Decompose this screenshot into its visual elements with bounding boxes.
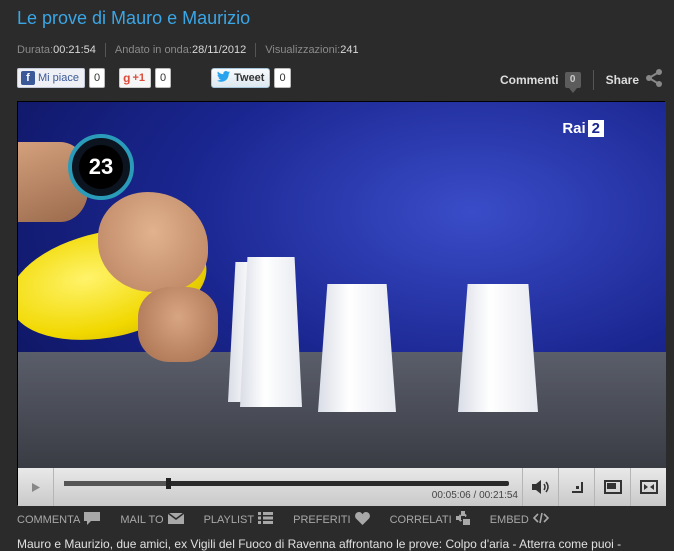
views-label: Visualizzazioni: (265, 44, 341, 56)
video-scene-cup (318, 284, 396, 412)
comment-action[interactable]: COMMENTA (17, 511, 101, 528)
related-action-label: CORRELATI (389, 513, 452, 526)
play-button[interactable] (18, 468, 54, 506)
volume-button[interactable] (522, 468, 558, 506)
volume-icon (531, 480, 549, 494)
comment-action-label: COMMENTA (17, 513, 81, 526)
fullscreen-icon (639, 480, 658, 494)
countdown-timer: 23 (68, 134, 134, 200)
player-controls: 00:05:06 / 00:21:54 (18, 468, 666, 506)
facebook-icon: f (21, 71, 35, 85)
gplus-icon: g (123, 71, 131, 85)
divider (255, 43, 257, 57)
divider (592, 69, 594, 90)
mail-action[interactable]: MAIL TO (120, 511, 185, 527)
seek-area: 00:05:06 / 00:21:54 (54, 468, 522, 506)
time-total: 00:21:54 (479, 490, 518, 501)
related-action[interactable]: CORRELATI (390, 511, 470, 528)
twitter-bird-icon (217, 71, 231, 85)
embed-icon (532, 512, 549, 527)
divider (104, 43, 106, 57)
mail-icon (167, 511, 185, 527)
time-display: 00:05:06 / 00:21:54 (432, 490, 518, 501)
channel-logo-text: Rai (562, 120, 586, 137)
aired-label: Andato in onda: (114, 44, 192, 56)
countdown-value: 23 (79, 145, 123, 189)
video-scene-hand (138, 287, 218, 362)
resize-button[interactable] (558, 468, 594, 506)
comment-icon (84, 511, 101, 528)
video-scene-hand (98, 192, 208, 292)
duration-value: 00:21:54 (53, 44, 96, 56)
seek-progress (64, 481, 168, 486)
embed-action[interactable]: EMBED (490, 512, 549, 527)
social-bar: f Mi piace 0 g +1 0 Tweet 0 (17, 68, 291, 88)
video-description: Mauro e Maurizio, due amici, ex Vigili d… (17, 537, 622, 551)
video-title: Le prove di Mauro e Maurizio (17, 8, 251, 28)
time-current: 00:05:06 (431, 490, 471, 501)
facebook-like-button[interactable]: f Mi piace (17, 68, 85, 88)
favorites-action[interactable]: PREFERITI (293, 511, 370, 528)
gplus-count: 0 (154, 68, 172, 88)
embed-action-label: EMBED (489, 513, 529, 526)
share-link[interactable]: Share (606, 73, 639, 87)
facebook-like-label: Mi piace (38, 72, 79, 84)
theater-icon (603, 480, 622, 494)
channel-logo: Rai 2 (562, 120, 604, 137)
video-actions-bar: COMMENTA MAIL TO PLAYLIST PREFERITI CORR… (17, 511, 569, 528)
playlist-action[interactable]: PLAYLIST (204, 512, 274, 527)
video-scene-cup (458, 284, 538, 412)
favorites-action-label: PREFERITI (293, 513, 351, 526)
gplus-button[interactable]: g +1 (119, 68, 151, 88)
video-meta: Durata: 00:21:54 Andato in onda: 28/11/2… (17, 43, 359, 57)
resize-icon (571, 482, 583, 493)
mail-action-label: MAIL TO (120, 513, 164, 526)
video-scene-cup (240, 257, 302, 407)
views-value: 241 (340, 44, 359, 56)
video-frame[interactable]: 23 Rai 2 (18, 102, 666, 468)
header-actions: Commenti 0 Share (500, 68, 664, 93)
aired-value: 28/11/2012 (191, 44, 247, 56)
play-icon (31, 482, 40, 492)
tweet-button[interactable]: Tweet (211, 68, 271, 88)
theater-mode-button[interactable] (594, 468, 630, 506)
gplus-label: +1 (132, 72, 145, 84)
heart-icon (354, 511, 370, 528)
channel-logo-number: 2 (587, 120, 604, 137)
tweet-count: 0 (274, 68, 291, 88)
seek-handle[interactable] (165, 478, 171, 489)
fullscreen-button[interactable] (630, 468, 666, 506)
comments-count-badge: 0 (564, 71, 581, 93)
comments-link[interactable]: Commenti (500, 73, 559, 87)
duration-label: Durata: (17, 44, 54, 56)
playlist-action-label: PLAYLIST (203, 513, 255, 526)
share-icon[interactable] (644, 68, 664, 91)
tweet-label: Tweet (234, 72, 265, 84)
seek-bar[interactable] (64, 478, 509, 489)
related-icon (455, 511, 470, 528)
playlist-icon (258, 512, 274, 527)
facebook-like-count: 0 (88, 68, 106, 88)
video-player[interactable]: 23 Rai 2 00:05:06 / 00:21:54 (17, 101, 666, 506)
time-separator: / (473, 490, 477, 501)
